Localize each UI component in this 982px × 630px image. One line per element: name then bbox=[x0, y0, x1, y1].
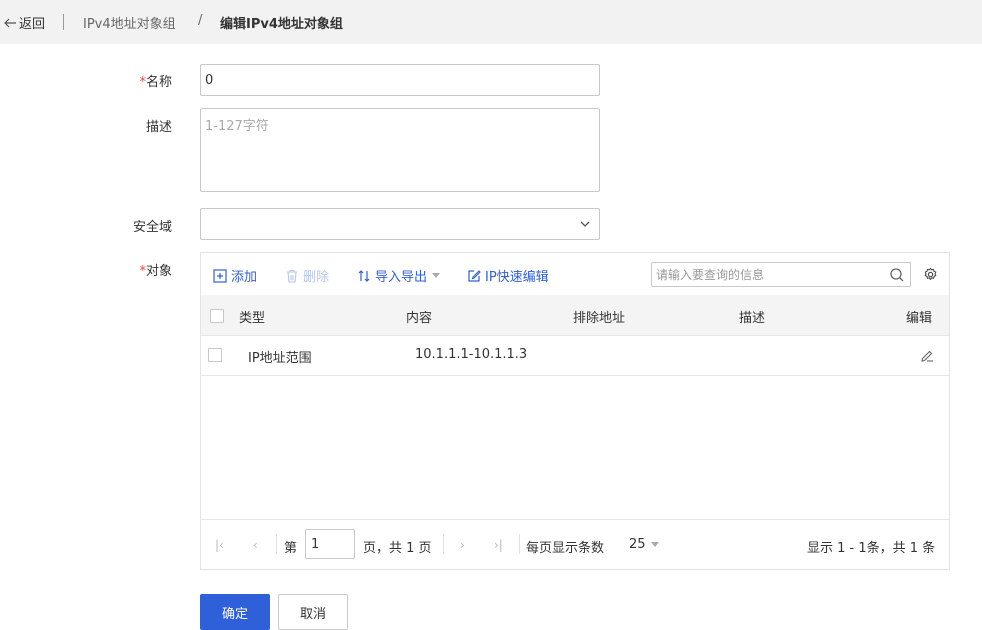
pager-divider bbox=[519, 534, 520, 554]
objects-label-text: 对象 bbox=[145, 264, 172, 279]
column-edit: 编辑 bbox=[906, 311, 933, 326]
objects-panel: 添加 删除 导入导出 IP快速编辑 请输入要查询的信息 类型 内容 排除地址 描… bbox=[200, 252, 950, 570]
page-number-input[interactable]: 1 bbox=[305, 529, 355, 559]
pagination: |‹ ‹ 第 1 页，共 1 页 › ›| 每页显示条数 25 显示 1 - 1… bbox=[201, 519, 949, 569]
per-page-select[interactable]: 25 bbox=[629, 537, 659, 552]
caret-down-icon bbox=[650, 542, 659, 547]
trash-icon bbox=[287, 269, 297, 283]
cancel-label: 取消 bbox=[299, 606, 326, 622]
pagination-summary: 显示 1 - 1条，共 1 条 bbox=[807, 541, 936, 556]
last-page-icon[interactable]: ›| bbox=[494, 538, 503, 552]
objects-label: *对象 bbox=[72, 260, 172, 279]
back-label: 返回 bbox=[19, 17, 46, 32]
prev-page-icon[interactable]: ‹ bbox=[253, 538, 258, 552]
import-export-label: 导入导出 bbox=[375, 270, 428, 285]
ip-quick-edit-button[interactable]: IP快速编辑 bbox=[467, 266, 549, 285]
confirm-label: 确定 bbox=[221, 606, 248, 622]
sort-arrows-icon bbox=[358, 269, 370, 282]
plus-square-icon bbox=[213, 268, 227, 283]
first-page-icon[interactable]: |‹ bbox=[215, 538, 224, 552]
description-label: 描述 bbox=[72, 116, 172, 135]
column-type: 类型 bbox=[239, 311, 266, 326]
page-prefix: 第 bbox=[284, 541, 298, 556]
add-label: 添加 bbox=[231, 270, 258, 285]
next-page-icon[interactable]: › bbox=[460, 538, 465, 552]
delete-label: 删除 bbox=[303, 270, 330, 285]
description-textarea[interactable]: 1-127字符 bbox=[200, 108, 600, 192]
gear-icon[interactable] bbox=[923, 267, 938, 282]
ip-quick-edit-label: IP快速编辑 bbox=[485, 270, 549, 285]
name-label: *名称 bbox=[72, 71, 172, 90]
import-export-button[interactable]: 导入导出 bbox=[357, 266, 441, 285]
select-all-checkbox[interactable] bbox=[210, 309, 224, 323]
name-input[interactable]: 0 bbox=[200, 64, 600, 96]
name-value: 0 bbox=[205, 72, 214, 88]
edit-icon bbox=[468, 269, 481, 282]
page-number-value: 1 bbox=[311, 536, 320, 552]
pager-divider bbox=[276, 534, 277, 554]
per-page-label: 每页显示条数 bbox=[526, 541, 605, 556]
confirm-button[interactable]: 确定 bbox=[200, 594, 270, 630]
description-label-text: 描述 bbox=[145, 120, 172, 135]
objects-toolbar: 添加 删除 导入导出 IP快速编辑 bbox=[201, 253, 949, 295]
breadcrumb-current: 编辑IPv4地址对象组 bbox=[220, 17, 343, 32]
security-zone-select[interactable] bbox=[200, 208, 600, 240]
page-suffix: 页，共 1 页 bbox=[363, 541, 432, 556]
cell-content: 10.1.1.1-10.1.1.3 bbox=[415, 347, 528, 362]
name-label-text: 名称 bbox=[145, 75, 172, 90]
security-zone-label: 安全域 bbox=[72, 216, 172, 235]
column-description: 描述 bbox=[739, 311, 766, 326]
pencil-icon[interactable] bbox=[920, 349, 934, 363]
cancel-button[interactable]: 取消 bbox=[278, 594, 348, 630]
add-button[interactable]: 添加 bbox=[213, 266, 257, 285]
description-placeholder: 1-127字符 bbox=[205, 119, 269, 134]
pager-divider bbox=[443, 534, 444, 554]
column-content: 内容 bbox=[406, 311, 433, 326]
search-icon[interactable] bbox=[889, 267, 905, 283]
table-header: 类型 内容 排除地址 描述 编辑 bbox=[201, 295, 949, 336]
caret-down-icon bbox=[432, 273, 441, 278]
security-zone-label-text: 安全域 bbox=[132, 220, 172, 235]
breadcrumb-separator: / bbox=[198, 13, 203, 28]
delete-button[interactable]: 删除 bbox=[285, 266, 329, 285]
table-row: IP地址范围 10.1.1.1-10.1.1.3 bbox=[201, 336, 949, 376]
chevron-down-icon bbox=[580, 221, 590, 227]
breadcrumb-parent[interactable]: IPv4地址对象组 bbox=[83, 13, 176, 32]
per-page-value: 25 bbox=[629, 537, 646, 552]
arrow-left-icon bbox=[4, 18, 16, 27]
breadcrumb-divider bbox=[63, 14, 64, 30]
column-exclude: 排除地址 bbox=[573, 311, 626, 326]
search-input[interactable] bbox=[652, 263, 889, 286]
search-box bbox=[651, 262, 911, 287]
back-link[interactable]: 返回 bbox=[2, 13, 45, 32]
breadcrumb-bar: 返回 IPv4地址对象组 / 编辑IPv4地址对象组 bbox=[0, 0, 982, 44]
cell-type: IP地址范围 bbox=[248, 351, 312, 366]
row-checkbox[interactable] bbox=[208, 348, 222, 362]
